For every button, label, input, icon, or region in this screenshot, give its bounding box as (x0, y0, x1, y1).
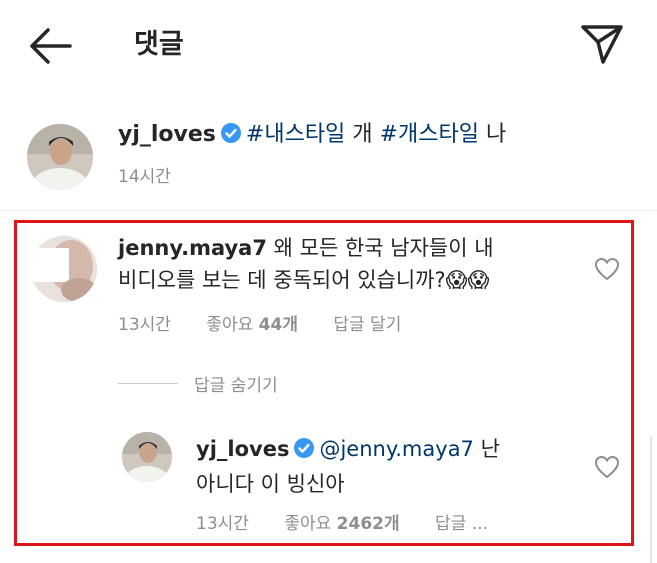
divider (0, 210, 657, 211)
hashtag-link[interactable]: #내스타일 (246, 122, 345, 147)
edge-line (650, 436, 652, 563)
send-icon[interactable] (579, 22, 625, 66)
avatar-caption-author[interactable] (27, 124, 93, 190)
back-arrow-icon[interactable] (26, 26, 74, 66)
page-title: 댓글 (134, 29, 184, 60)
caption-text: yj_loves #내스타일 개 #개스타일 나 (118, 120, 506, 153)
hashtag-link[interactable]: #개스타일 (380, 122, 479, 147)
highlight-frame (14, 220, 634, 546)
caption-word: 개 (352, 122, 373, 147)
caption-username[interactable]: yj_loves (118, 122, 216, 147)
caption-time: 14시간 (118, 167, 171, 187)
caption-word: 나 (485, 122, 507, 147)
verified-badge-icon (220, 122, 242, 153)
